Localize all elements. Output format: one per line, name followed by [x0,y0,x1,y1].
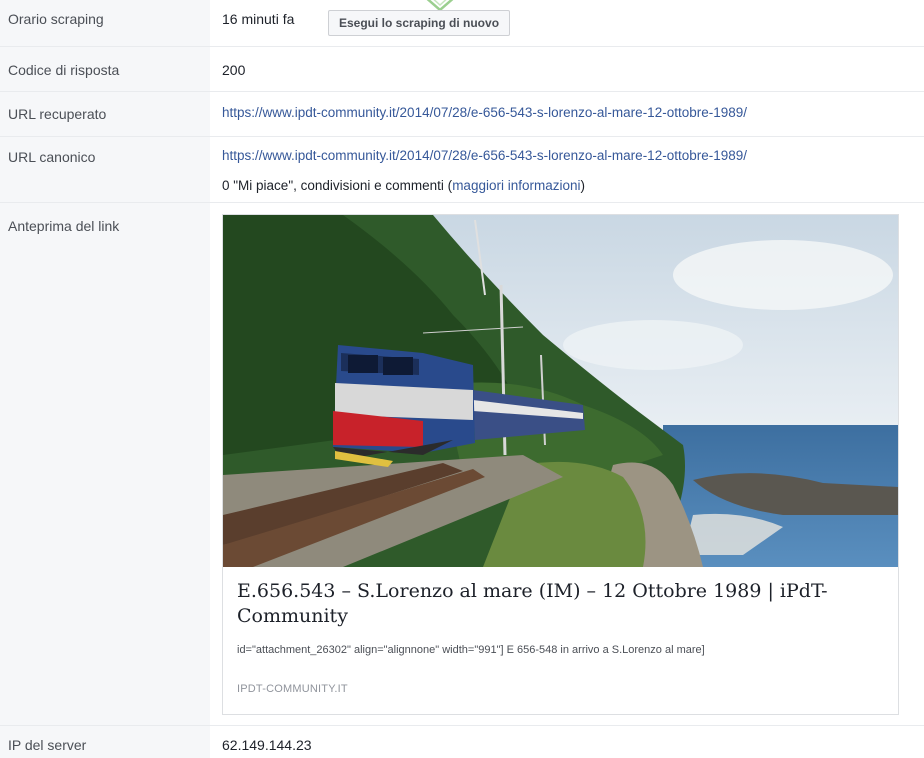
scrape-time-row: Orario scraping 16 minuti fa Esegui lo s… [0,0,924,46]
engagement-text: 0 "Mi piace", condivisioni e commenti ( [222,178,453,193]
response-code-value: 200 [222,62,246,78]
link-preview-label-cell: Anteprima del link [0,203,210,725]
fetched-url-row: URL recuperato https://www.ipdt-communit… [0,92,924,136]
preview-image[interactable] [223,215,898,567]
scrape-time-value: 16 minuti fa [222,11,295,27]
more-info-link[interactable]: maggiori informazioni [452,178,580,193]
response-code-label: Codice di risposta [8,62,120,78]
preview-domain: IPDT-COMMUNITY.IT [237,683,348,695]
server-ip-label-cell: IP del server [0,726,210,758]
server-ip-row: IP del server 62.149.144.23 [0,726,924,758]
engagement-summary: 0 "Mi piace", condivisioni e commenti (m… [222,177,585,195]
response-code-label-cell: Codice di risposta [0,47,210,91]
preview-description: id="attachment_26302" align="alignnone" … [237,644,705,656]
canonical-url-link[interactable]: https://www.ipdt-community.it/2014/07/28… [222,148,747,163]
link-preview-label: Anteprima del link [8,218,120,234]
scrape-time-label: Orario scraping [8,11,104,27]
link-preview-card[interactable]: E.656.543 – S.Lorenzo al mare (IM) – 12 … [222,214,899,715]
engagement-close: ) [580,178,586,193]
train-photo [223,215,898,567]
fetched-url-label: URL recuperato [8,106,107,122]
server-ip-label: IP del server [8,737,87,753]
fetched-url-label-cell: URL recuperato [0,92,210,136]
rescrape-button[interactable]: Esegui lo scraping di nuovo [328,10,511,36]
canonical-url-row: URL canonico https://www.ipdt-community.… [0,137,924,202]
fetched-url-link[interactable]: https://www.ipdt-community.it/2014/07/28… [222,105,747,120]
preview-title[interactable]: E.656.543 – S.Lorenzo al mare (IM) – 12 … [237,579,887,629]
canonical-url-label: URL canonico [8,149,96,165]
server-ip-value: 62.149.144.23 [222,737,312,753]
scrape-time-label-cell: Orario scraping [0,0,210,46]
response-code-row: Codice di risposta 200 [0,47,924,91]
canonical-url-label-cell: URL canonico [0,137,210,202]
